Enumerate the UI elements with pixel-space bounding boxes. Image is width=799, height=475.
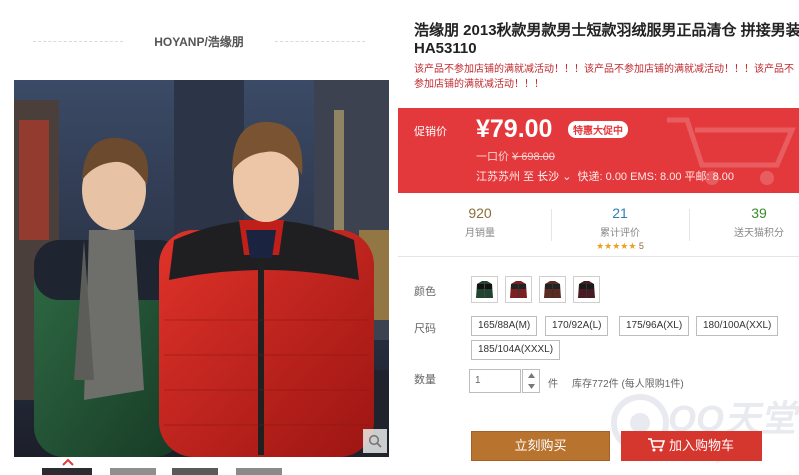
color-swatch-red[interactable]: [505, 276, 532, 303]
star-icons: ★★★★★: [596, 241, 637, 251]
chevron-down-icon: ⌄: [562, 171, 572, 183]
color-label: 颜色: [414, 286, 436, 298]
magnifier-icon: [368, 434, 382, 448]
zoom-button[interactable]: [363, 429, 387, 453]
ship-from: 江苏苏州: [476, 171, 520, 183]
stat-value: 21: [612, 205, 628, 221]
stat-monthly-sales: 920 月销量: [415, 205, 545, 239]
divider: [551, 209, 552, 241]
original-price: 一口价 ¥ 698.00: [476, 148, 555, 164]
jacket-maroon-icon: [578, 281, 595, 298]
color-swatch-green[interactable]: [471, 276, 498, 303]
stock-info: 库存772件 (每人限购1件): [572, 379, 684, 390]
stat-reviews[interactable]: 21 累计评价 ★★★★★ 5: [555, 205, 685, 252]
shipping-fees: 快递: 0.00 EMS: 8.00 平邮: 8.00: [577, 171, 735, 183]
size-option[interactable]: 185/104A(XXXL): [471, 340, 561, 360]
price-panel: 促销价 ¥79.00 特惠大促中 一口价 ¥ 698.00 江苏苏州 至 长沙 …: [398, 108, 799, 193]
product-photo-image: [14, 80, 389, 457]
buy-now-button[interactable]: 立刻购买: [471, 431, 610, 461]
stepper-up[interactable]: [523, 370, 539, 381]
jacket-green-icon: [476, 281, 493, 298]
add-to-cart-label: 加入购物车: [669, 438, 735, 453]
stat-caption: 月销量: [465, 228, 495, 239]
size-option[interactable]: 165/88A(M): [471, 316, 538, 336]
ship-to-word: 至: [523, 171, 535, 183]
ship-to-value: 长沙: [537, 171, 560, 183]
size-option[interactable]: 170/92A(L): [545, 316, 609, 336]
divider: [689, 209, 690, 241]
quantity-unit: 件: [548, 379, 558, 390]
jacket-brown-icon: [544, 281, 561, 298]
stat-caption: 送天猫积分: [734, 228, 784, 239]
color-swatch-brown[interactable]: [539, 276, 566, 303]
original-price-value: ¥ 698.00: [512, 151, 555, 163]
ship-to-select[interactable]: 长沙 ⌄: [537, 171, 571, 183]
promo-badge: 特惠大促中: [568, 121, 628, 138]
rating-value: 5: [638, 241, 644, 251]
thumbnail-3[interactable]: [172, 468, 218, 475]
quantity-input[interactable]: 1: [469, 369, 521, 393]
size-label: 尺码: [414, 323, 436, 335]
brand-name: HOYANP/浩缘朋: [0, 33, 398, 50]
arrow-up-icon: [527, 373, 535, 378]
cart-icon: [648, 438, 665, 452]
stat-value: 920: [468, 205, 492, 221]
shipping-info: 江苏苏州 至 长沙 ⌄ 快递: 0.00 EMS: 8.00 平邮: 8.00: [476, 168, 734, 184]
product-title-line2: HA53110: [414, 40, 477, 57]
size-option[interactable]: 180/100A(XXL): [696, 316, 779, 336]
product-gallery: HOYANP/浩缘朋: [0, 0, 398, 475]
original-price-label: 一口价: [476, 151, 509, 163]
arrow-down-icon: [527, 384, 535, 389]
quantity-label: 数量: [414, 374, 436, 386]
thumbnail-2[interactable]: [110, 468, 156, 475]
rating-stars: ★★★★★ 5: [555, 241, 685, 252]
size-option[interactable]: 175/96A(XL): [619, 316, 690, 336]
promo-price: ¥79.00: [476, 115, 553, 143]
stat-caption: 累计评价: [600, 228, 640, 239]
promo-notice: 该产品不参加店铺的满就减活动！！！该产品不参加店铺的满就减活动！！！该产品不参加…: [414, 64, 794, 90]
thumbnail-4[interactable]: [236, 468, 282, 475]
stat-value: 39: [751, 205, 767, 221]
site-watermark: QQ天堂 08tang.com: [610, 385, 799, 475]
product-title: 浩缘朋 2013秋款男款男士短款羽绒服男正品清仓 拼接男装 HA53110: [414, 22, 799, 58]
stat-tmall-points: 39 送天猫积分: [694, 205, 799, 239]
color-swatch-maroon[interactable]: [573, 276, 600, 303]
quantity-stepper[interactable]: [522, 369, 540, 393]
product-stats: 920 月销量 21 累计评价 ★★★★★ 5 39 送天猫积分: [398, 193, 799, 257]
brand-label: HOYANP/浩缘朋: [146, 35, 252, 49]
product-title-line1: 浩缘朋 2013秋款男款男士短款羽绒服男正品清仓 拼接男装: [414, 22, 799, 39]
thumbnail-1[interactable]: [42, 468, 92, 475]
thumbnail-selected-caret-icon: [62, 458, 74, 466]
jacket-red-icon: [510, 281, 527, 298]
product-photo[interactable]: [14, 80, 389, 457]
promo-price-label: 促销价: [414, 126, 447, 138]
add-to-cart-button[interactable]: 加入购物车: [621, 431, 762, 461]
stepper-down[interactable]: [523, 381, 539, 392]
